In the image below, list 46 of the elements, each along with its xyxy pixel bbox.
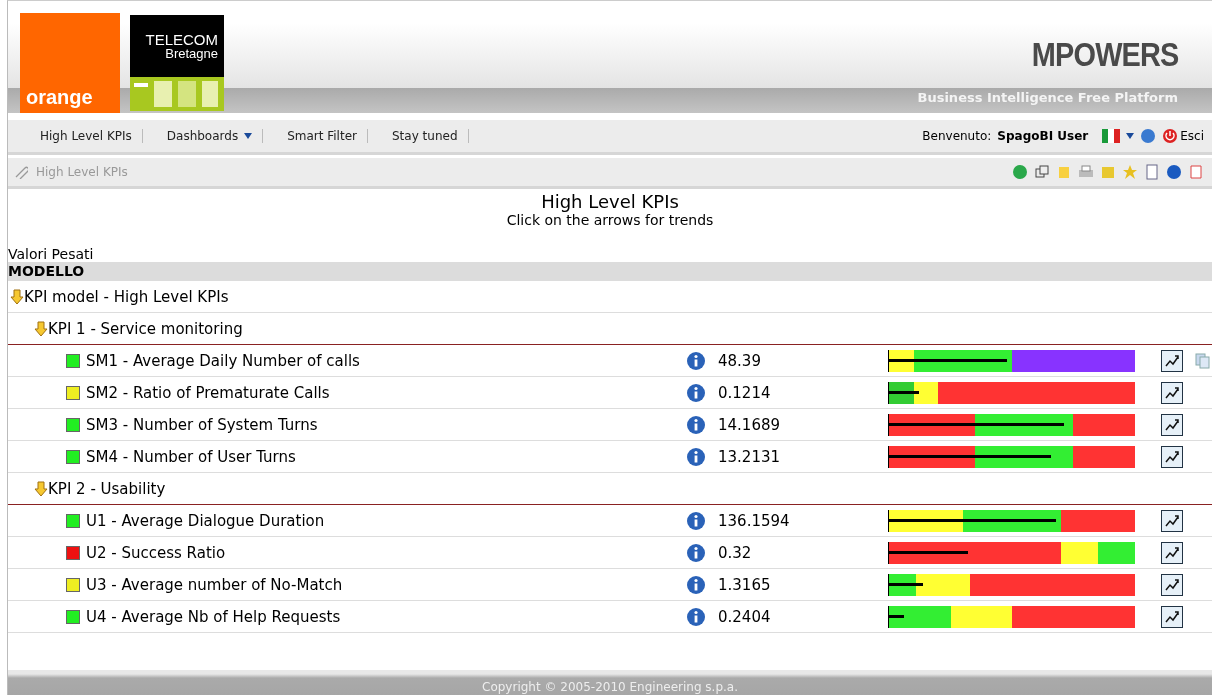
dropdown-caret-icon[interactable]	[1126, 133, 1135, 139]
section-label: Valori Pesati	[8, 246, 95, 262]
logout-link[interactable]: Esci	[1162, 128, 1204, 144]
telecom-logo: TELECOM Bretagne	[130, 15, 224, 77]
kpi-label: SM2 - Ratio of Prematurate Calls	[86, 383, 331, 402]
kpi-label: SM4 - Number of User Turns	[86, 447, 297, 466]
paperclip-icon	[14, 165, 28, 179]
down-arrow-icon[interactable]	[10, 288, 24, 305]
kpi-value: 136.1594	[718, 511, 791, 530]
menu-item[interactable]: Smart Filter	[277, 129, 368, 143]
down-arrow-icon[interactable]	[34, 320, 48, 337]
star-icon[interactable]	[1122, 164, 1138, 180]
kpi-value: 48.39	[718, 351, 762, 370]
print-icon[interactable]	[1078, 164, 1094, 180]
kpi-value: 1.3165	[718, 575, 772, 594]
kpi-label: U4 - Average Nb of Help Requests	[86, 607, 342, 626]
kpi-value: 13.2131	[718, 447, 782, 466]
tree-node-label[interactable]: KPI 2 - Usability	[48, 479, 166, 498]
kpi-label: SM1 - Average Daily Number of calls	[86, 351, 361, 370]
kpi-value: 0.1214	[718, 383, 772, 402]
tree-node-label[interactable]: KPI model - High Level KPIs	[24, 287, 229, 306]
kpi-value: 0.2404	[718, 607, 772, 626]
dropdown-caret-icon[interactable]	[244, 133, 253, 139]
windows-icon[interactable]	[1034, 164, 1050, 180]
flag-icon[interactable]	[1102, 129, 1121, 143]
footer: Copyright © 2005-2010 Engineering s.p.a.	[8, 670, 1212, 695]
kpi-label: U3 - Average number of No-Match	[86, 575, 344, 594]
kpi-label: SM3 - Number of System Turns	[86, 415, 319, 434]
brand-title: MPOWERS	[1031, 35, 1178, 74]
welcome-label: Benvenuto:	[922, 129, 992, 143]
kpi-label: U2 - Success Ratio	[86, 543, 227, 562]
tree-node-label[interactable]: KPI 1 - Service monitoring	[48, 319, 243, 338]
power-icon[interactable]	[1162, 128, 1179, 144]
table-header: MODELLO	[8, 262, 1212, 281]
menu-item[interactable]: High Level KPIs	[30, 129, 143, 143]
page-subtitle: Click on the arrows for trends	[505, 212, 715, 228]
page-title: High Level KPIs	[540, 191, 680, 212]
tagline: Business Intelligence Free Platform	[917, 90, 1178, 105]
kpi-value: 0.32	[718, 543, 753, 562]
brand-logo: orange	[20, 13, 120, 113]
down-arrow-icon[interactable]	[34, 480, 48, 497]
user-name: SpagoBI User	[997, 129, 1089, 143]
menu-item[interactable]: Stay tuned	[382, 129, 469, 143]
menu-item[interactable]: Dashboards	[156, 129, 264, 143]
kpi-label: U1 - Average Dialogue Duration	[86, 511, 326, 530]
kpi-value: 14.1689	[718, 415, 782, 434]
